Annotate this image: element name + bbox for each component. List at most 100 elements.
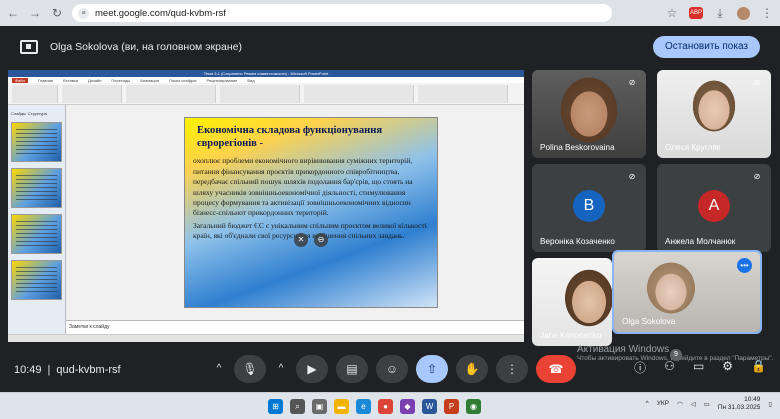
app-icon[interactable]: ◉ [466, 399, 481, 414]
more-options-icon[interactable]: ••• [737, 258, 752, 273]
notifications-icon[interactable]: ▯ [768, 400, 772, 408]
audio-options-icon[interactable]: ^ [212, 355, 226, 383]
tab-slides[interactable]: Слайды [11, 111, 26, 116]
stop-presenting-button[interactable]: Остановить показ [653, 36, 760, 58]
battery-icon[interactable]: ▭ [704, 400, 710, 408]
call-controls: ^ 🎙 ^ ▶ ▤ ☺ ⇧ ✋ ⋮ ☎ [212, 355, 576, 383]
profile-avatar[interactable] [737, 6, 750, 20]
wifi-icon[interactable]: ◠ [677, 400, 683, 408]
slide-thumbnail[interactable] [11, 260, 62, 300]
participant-tile[interactable]: ⊘ В Вероніка Козаченко [532, 164, 646, 252]
participant-tile[interactable]: Jane Kononenko [532, 258, 612, 346]
slide-thumbnail[interactable] [11, 168, 62, 208]
captions-icon[interactable]: ▤ [336, 355, 368, 383]
shared-screen: Тема 3.1 (Сохранено Режим совместимости)… [8, 70, 524, 342]
tab-view[interactable]: Вид [247, 78, 254, 83]
site-info-icon[interactable]: ≡ [78, 7, 89, 19]
address-bar[interactable]: ≡ meet.google.com/qud-kvbm-rsf [72, 4, 612, 22]
participant-name: Вероніка Козаченко [540, 237, 615, 246]
tab-file[interactable]: Файл [12, 77, 28, 83]
powerpoint-workspace: Слайды Структура Економічна складова фун… [8, 105, 524, 342]
camera-icon[interactable]: ▶ [296, 355, 328, 383]
edge-icon[interactable]: e [356, 399, 371, 414]
taskbar-clock[interactable]: 10:49 Пн 31.03.2025 [718, 396, 761, 412]
present-now-icon[interactable]: ⇧ [416, 355, 448, 383]
powerpoint-icon[interactable]: P [444, 399, 459, 414]
more-options-icon[interactable]: ⋮ [496, 355, 528, 383]
ribbon-clipboard-group[interactable] [12, 85, 58, 103]
tab-insert[interactable]: Вставка [63, 78, 78, 83]
forward-arrow-icon[interactable]: → [28, 6, 42, 20]
mic-off-icon: ⊘ [628, 78, 636, 87]
presenting-status-text: Olga Sokolova (ви, на головном экране) [50, 41, 242, 53]
participants-count-badge: 9 [670, 349, 682, 361]
slide-thumbnails-pane: Слайды Структура [8, 105, 66, 342]
search-icon[interactable]: ⌕ [290, 399, 305, 414]
powerpoint-ribbon [8, 83, 524, 105]
browser-toolbar: ← → ↻ ≡ meet.google.com/qud-kvbm-rsf ☆ A… [0, 0, 780, 26]
extension-icon[interactable]: ABP [689, 7, 703, 19]
menu-kebab-icon[interactable]: ⋮ [760, 6, 774, 20]
participant-tile[interactable]: ⊘ А Анжела Молчанюк [657, 164, 771, 252]
volume-icon[interactable]: ◁ [691, 400, 696, 408]
tab-transitions[interactable]: Переходы [111, 78, 130, 83]
tab-home[interactable]: Главная [38, 78, 53, 83]
meeting-code: qud-kvbm-rsf [56, 363, 121, 376]
tab-review[interactable]: Рецензирование [207, 78, 238, 83]
participant-name: Olga Sokolova [622, 317, 676, 326]
participant-avatar: А [698, 190, 730, 222]
present-screen-icon [20, 40, 38, 54]
participant-tile-self[interactable]: ••• Olga Sokolova [612, 250, 762, 334]
pin-icon[interactable]: ✕ [294, 233, 308, 247]
raise-hand-icon[interactable]: ✋ [456, 355, 488, 383]
participant-tile[interactable]: ⊘ Polina Beskorovaina [532, 70, 646, 158]
ribbon-drawing-group[interactable] [304, 85, 414, 103]
leave-call-icon[interactable]: ☎ [536, 355, 576, 383]
bookmark-star-icon[interactable]: ☆ [665, 6, 679, 20]
task-view-icon[interactable]: ▣ [312, 399, 327, 414]
powerpoint-titlebar: Тема 3.1 (Сохранено Режим совместимости)… [8, 70, 524, 77]
windows-taskbar: ⊞ ⌕ ▣ ▬ e ● ◆ W P ◉ ^ УКР ◠ ◁ ▭ 10:49 Пн… [0, 392, 780, 419]
participant-tile[interactable]: ⊘ Олеся Кругляк [657, 70, 771, 158]
slide-notes[interactable]: Заметки к слайду [66, 320, 524, 334]
ribbon-editing-group[interactable] [418, 85, 508, 103]
file-explorer-icon[interactable]: ▬ [334, 399, 349, 414]
tab-animation[interactable]: Анимация [140, 78, 159, 83]
mic-off-icon: ⊘ [753, 172, 761, 181]
emoji-icon[interactable]: ☺ [376, 355, 408, 383]
windows-start-icon[interactable]: ⊞ [268, 399, 283, 414]
back-arrow-icon[interactable]: ← [6, 6, 20, 20]
ribbon-paragraph-group[interactable] [220, 85, 300, 103]
chrome-icon[interactable]: ● [378, 399, 393, 414]
video-options-icon[interactable]: ^ [274, 355, 288, 383]
mic-off-icon: ⊘ [628, 172, 636, 181]
clock-time: 10:49 [744, 396, 761, 403]
tab-design[interactable]: Дизайн [88, 78, 101, 83]
screen-overlay-controls: ✕ ⊖ [294, 233, 328, 247]
slide-title: Економічна складова функціонування єврор… [197, 125, 383, 150]
system-tray: ^ УКР ◠ ◁ ▭ 10:49 Пн 31.03.2025 ▯ [646, 396, 772, 412]
mic-off-icon: ⊘ [753, 78, 761, 87]
participant-name: Анжела Молчанюк [665, 237, 736, 246]
download-icon[interactable]: ⤓ [713, 6, 727, 20]
slide-thumbnail[interactable] [11, 122, 62, 162]
participant-avatar: В [573, 190, 605, 222]
tab-outline[interactable]: Структура [28, 111, 47, 116]
microphone-icon[interactable]: 🎙 [234, 355, 266, 383]
ribbon-font-group[interactable] [126, 85, 216, 103]
current-slide[interactable]: Економічна складова функціонування єврор… [184, 117, 438, 308]
app-icon[interactable]: ◆ [400, 399, 415, 414]
participant-name: Jane Kononenko [540, 331, 602, 340]
reload-icon[interactable]: ↻ [50, 6, 64, 20]
slide-paragraph: охоплює проблеми економічного вирівнюван… [193, 156, 413, 218]
tab-slideshow[interactable]: Показ слайдов [169, 78, 197, 83]
url-text: meet.google.com/qud-kvbm-rsf [95, 7, 226, 19]
separator: | [47, 363, 51, 376]
word-icon[interactable]: W [422, 399, 437, 414]
tray-chevron-icon[interactable]: ^ [646, 400, 649, 407]
zoom-out-icon[interactable]: ⊖ [314, 233, 328, 247]
slide-thumbnail[interactable] [11, 214, 62, 254]
ribbon-slides-group[interactable] [62, 85, 122, 103]
language-indicator[interactable]: УКР [657, 400, 669, 407]
powerpoint-statusbar [8, 334, 524, 342]
